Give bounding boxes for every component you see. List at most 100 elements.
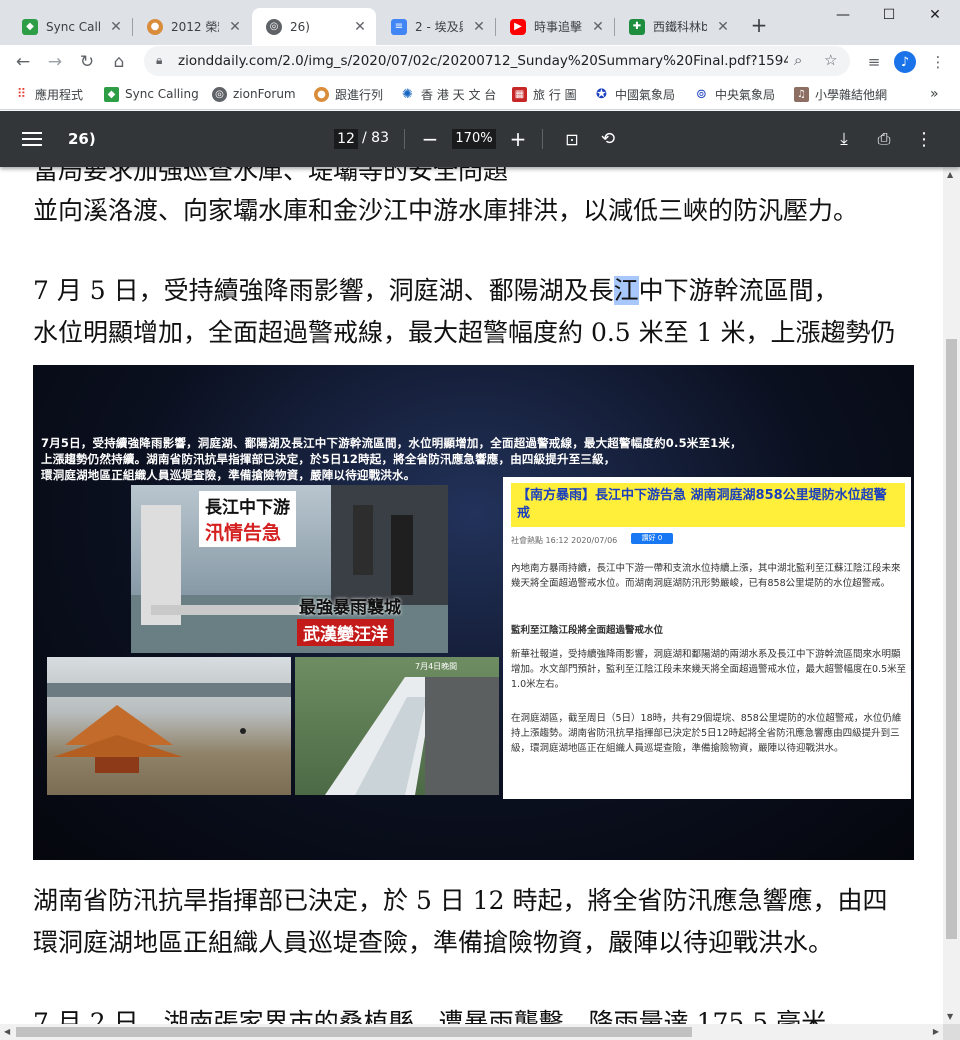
zoom-magnifier-icon[interactable]: ⌕ — [794, 51, 802, 69]
page-number-input[interactable]: 12 — [334, 129, 358, 149]
like-button: 讚好 0 — [631, 533, 673, 544]
close-icon[interactable]: ✕ — [590, 19, 606, 35]
tab-active-pdf[interactable]: ◎ 26) ✕ — [252, 8, 376, 45]
maximize-button[interactable]: ☐ — [866, 0, 912, 30]
tab-west-rail[interactable]: ✚ 西鐵科林b ✕ — [615, 8, 739, 45]
close-icon[interactable]: ✕ — [227, 19, 243, 35]
bookmarks-overflow-icon[interactable]: » — [930, 85, 939, 103]
scroll-right-arrow-icon[interactable]: ▶ — [933, 1027, 939, 1036]
hko-logo-icon: ✺ — [402, 86, 413, 102]
page-total: / 83 — [362, 130, 389, 146]
apps-grid-icon: ⠿ — [16, 86, 27, 102]
image-caption-line: 7月5日，受持續強降雨影響，洞庭湖、鄱陽湖及長江中下游幹流區間，水位明顯增加，全… — [41, 436, 742, 450]
image-caption-line: 環洞庭湖地區正組織人員巡堤查險，準備搶險物資，嚴陣以待迎戰洪水。 — [41, 468, 416, 482]
home-button[interactable]: ⌂ — [106, 49, 132, 75]
bookmark-label: zionForum — [233, 87, 296, 101]
bookmark-label: 小學雜結他網 — [815, 87, 888, 102]
text-run: 7 月 5 日，受持續強降雨影響，洞庭湖、鄱陽湖及長 — [33, 276, 614, 305]
tab-title: 2012 榮耀 — [171, 20, 219, 34]
zoom-level-input[interactable]: 170% — [452, 129, 496, 149]
tab-youtube[interactable]: ▶ 時事追擊:2 ✕ — [496, 8, 614, 45]
guitar-icon: ♫ — [794, 86, 809, 102]
rotate-button[interactable]: ⟲ — [596, 127, 620, 151]
close-icon[interactable]: ✕ — [352, 19, 368, 35]
reading-list-icon[interactable]: ≡ — [862, 50, 886, 74]
bookmark-star-icon[interactable]: ☆ — [824, 51, 837, 69]
tab-title: Sync Calli — [46, 19, 100, 34]
bookmark-label: 旅 行 圖 — [533, 87, 577, 102]
back-button[interactable]: ← — [10, 49, 36, 75]
pdf-page-viewer[interactable]: 當局要求加強巡查水庫、堤壩等的安全問題 並向溪洛渡、向家壩水庫和金沙江中游水庫排… — [0, 167, 943, 1024]
pdf-title: 26) — [68, 130, 96, 148]
pdf-more-button[interactable]: ⋮ — [912, 127, 936, 151]
close-icon[interactable]: ✕ — [471, 19, 487, 35]
url-text[interactable]: zionddaily.com/2.0/img_s/2020/07/02c/202… — [178, 53, 788, 69]
vertical-scrollbar[interactable]: ▲ ▼ — [943, 167, 960, 1024]
hamburger-menu-icon[interactable] — [22, 128, 42, 150]
tab-title: 26) — [290, 19, 310, 34]
bookmark-label: 香 港 天 文 台 — [421, 87, 497, 102]
docs-icon: ≡ — [391, 18, 407, 35]
poster-subtitle: 最強暴雨襲城 — [299, 598, 401, 618]
poster-title-line: 長江中下游 — [205, 498, 290, 518]
zoom-in-button[interactable]: + — [506, 127, 530, 151]
divider — [542, 129, 543, 149]
horizontal-scrollbar[interactable]: ◀ ▶ — [0, 1024, 943, 1040]
text-line: 環洞庭湖地區正組織人員巡堤查險，準備搶險物資，嚴陣以待迎戰洪水。 — [33, 928, 834, 957]
lock-icon[interactable]: 🔒︎ — [156, 53, 162, 68]
fit-page-button[interactable]: ⊡ — [560, 127, 584, 151]
close-icon[interactable]: ✕ — [715, 19, 731, 35]
new-tab-button[interactable]: + — [748, 14, 770, 36]
bookmark-label: 中國氣象局 — [615, 87, 676, 102]
poster-title-line: 汛情告急 — [205, 522, 282, 544]
bookmark-cma[interactable]: ✪ 中國氣象局 — [594, 85, 675, 103]
article-paragraph: 在洞庭湖區，截至周日（5日）18時，共有29個堤垸、858公里堤防的水位超警戒，… — [511, 713, 902, 754]
text-line: 7 月 2 日，湖南張家界市的桑植縣，遭暴雨襲擊，降雨量達 175.5 毫米。 — [33, 1008, 852, 1024]
address-bar[interactable]: 🔒︎ zionddaily.com/2.0/img_s/2020/07/02c/… — [144, 46, 850, 76]
tab-2012[interactable]: ● 2012 榮耀 ✕ — [133, 8, 251, 45]
scroll-down-arrow-icon[interactable]: ▼ — [947, 1012, 953, 1021]
youtube-icon: ▶ — [510, 18, 526, 35]
text-line: 7 月 5 日，受持續強降雨影響，洞庭湖、鄱陽湖及長江中下游幹流區間， — [33, 271, 839, 307]
download-button[interactable]: ⤓ — [832, 127, 856, 151]
poster-subtitle-red: 武漢變汪洋 — [297, 619, 394, 646]
bookmark-cwb[interactable]: ⊚ 中央氣象局 — [694, 85, 775, 103]
forward-button[interactable]: → — [42, 49, 68, 75]
bookmark-follow-up[interactable]: ● 跟進行列 — [314, 85, 383, 103]
close-icon[interactable]: ✕ — [108, 19, 124, 35]
news-article-screenshot: 【南方暴雨】長江中下游告急 湖南洞庭湖858公里堤防水位超警戒 社會熱點 16:… — [503, 477, 911, 799]
zoom-out-button[interactable]: − — [418, 127, 442, 151]
bookmark-guitar[interactable]: ♫ 小學雜結他網 — [794, 85, 887, 103]
tab-sync-calling[interactable]: ◆ Sync Calli ✕ — [8, 8, 132, 45]
bookmark-sync-calling[interactable]: ◆ Sync Calling — [104, 85, 199, 103]
tab-title: 西鐵科林b — [653, 20, 707, 34]
more-menu-icon[interactable]: ⋮ — [926, 50, 950, 74]
selected-text[interactable]: 江 — [613, 276, 639, 305]
photo-date-label: 7月4日晚間 — [415, 662, 458, 671]
tab-docs[interactable]: ≡ 2 - 埃及與 ✕ — [377, 8, 495, 45]
sync-calling-icon: ◆ — [22, 18, 38, 35]
text-line: 並向溪洛渡、向家壩水庫和金沙江中游水庫排洪，以減低三峽的防汎壓力。 — [33, 196, 859, 225]
cma-logo-icon: ✪ — [596, 86, 607, 102]
bookmark-apps[interactable]: ⠿ 應用程式 — [14, 85, 83, 103]
close-window-button[interactable]: ✕ — [912, 0, 958, 30]
bookmark-zionforum[interactable]: ◎ zionForum — [212, 85, 296, 103]
cwb-logo-icon: ⊚ — [696, 86, 707, 102]
travel-map-icon: ▦ — [512, 86, 527, 102]
vertical-scroll-thumb[interactable] — [946, 339, 957, 939]
news-composite-image: 7月5日，受持續強降雨影響，洞庭湖、鄱陽湖及長江中下游幹流區間，水位明顯增加，全… — [33, 365, 914, 860]
reload-button[interactable]: ↻ — [74, 49, 100, 75]
sync-calling-icon: ◆ — [104, 86, 119, 102]
minimize-button[interactable]: — — [820, 0, 866, 30]
scroll-left-arrow-icon[interactable]: ◀ — [4, 1027, 10, 1036]
print-button[interactable]: ⎙ — [872, 127, 896, 151]
horizontal-scroll-thumb[interactable] — [16, 1027, 692, 1037]
bookmark-travel-map[interactable]: ▦ 旅 行 圖 — [512, 85, 577, 103]
scrollbar-corner — [943, 1024, 960, 1040]
flood-poster-photo: 長江中下游 汛情告急 最強暴雨襲城 武漢變汪洋 — [131, 485, 448, 653]
profile-avatar[interactable]: ♪ — [894, 51, 916, 73]
scroll-up-arrow-icon[interactable]: ▲ — [947, 170, 953, 179]
text-line: 水位明顯增加，全面超過警戒線，最大超警幅度約 0.5 米至 1 米，上漲趨勢仍 — [33, 318, 896, 347]
bookmark-hko[interactable]: ✺ 香 港 天 文 台 — [400, 85, 496, 103]
bookmark-label: 跟進行列 — [335, 87, 384, 102]
